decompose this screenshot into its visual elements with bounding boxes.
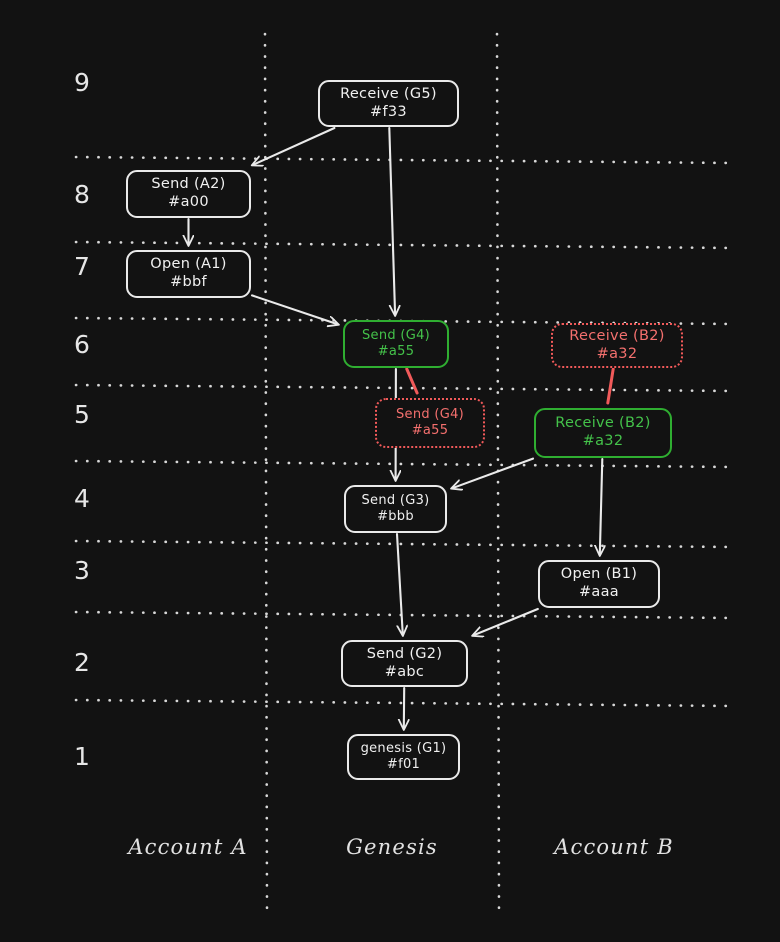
row-label: 5 [74,400,91,429]
row-label: 3 [74,556,91,585]
node-title: Receive (G5) [340,85,437,102]
node-hash: #f33 [370,103,407,120]
edge-g5-to-g4 [388,126,395,315]
grid-line-horizontal [74,610,736,620]
grid-vertical-lines [263,32,501,914]
node-g4[interactable]: Send (G4) #a55 [343,320,449,368]
grid-line-vertical [495,32,501,914]
row-label: 4 [74,484,91,513]
node-title: genesis (G1) [360,740,447,756]
edge-b2r-to-b2 [606,367,615,405]
node-hash: #aaa [578,584,619,600]
node-a2[interactable]: Send (A2) #a00 [126,170,251,218]
node-title: Receive (B2) [555,415,651,432]
grid-line-horizontal [74,155,736,165]
edge-g4-to-g4r [405,367,419,395]
node-hash: #a55 [377,344,415,359]
column-label-account-b: Account B [554,835,674,859]
node-a1[interactable]: Open (A1) #bbf [126,250,251,298]
node-hash: #a32 [596,345,638,362]
row-label: 2 [74,648,91,677]
edge-a1-to-g4 [250,294,338,324]
grid-line-horizontal [74,539,736,549]
node-title: Send (G4) [395,406,465,422]
grid-line-vertical [263,32,269,914]
edge-g3-to-g2 [395,532,403,635]
row-label: 1 [74,742,91,771]
grid-line-horizontal [74,240,736,250]
row-label: 9 [74,68,91,97]
diagram-svg [74,32,736,914]
node-title: Open (A1) [150,256,227,273]
edge-b1-to-g2 [473,607,539,636]
node-b2r[interactable]: Receive (B2) #a32 [551,323,683,368]
row-label: 8 [74,180,91,209]
diagram-canvas: 9 8 7 6 5 4 3 2 1 Account A Genesis Account B Rece… [0,0,780,942]
node-title: Send (G2) [366,645,443,662]
node-hash: #f01 [386,757,421,772]
node-title: Open (B1) [560,566,638,583]
node-b1[interactable]: Open (B1) #aaa [538,560,660,608]
node-g5[interactable]: Receive (G5) #f33 [318,80,459,127]
node-hash: #abc [384,663,425,680]
grid-line-horizontal [74,383,736,393]
node-title: Send (A2) [151,176,226,193]
grid-line-horizontal [74,459,736,469]
edge-b2-to-g3 [452,457,535,489]
node-g1[interactable]: genesis (G1) #f01 [347,734,460,780]
node-g3[interactable]: Send (G3) #bbb [344,485,447,533]
node-hash: #a00 [168,194,209,210]
node-title: Send (G4) [361,327,431,343]
column-label-account-a: Account A [128,835,248,859]
row-label: 7 [74,252,91,281]
node-g4r[interactable]: Send (G4) #a55 [375,398,485,448]
column-label-genesis: Genesis [346,835,438,859]
node-hash: #bbf [170,274,207,290]
row-label: 6 [74,330,91,359]
node-hash: #a32 [582,433,624,449]
node-title: Send (G3) [361,492,430,508]
node-b2[interactable]: Receive (B2) #a32 [534,408,672,458]
node-hash: #bbb [377,509,414,524]
node-g2[interactable]: Send (G2) #abc [341,640,468,687]
node-hash: #a55 [411,423,449,438]
edge-b2-to-b1 [600,457,603,555]
node-title: Receive (B2) [569,327,665,344]
